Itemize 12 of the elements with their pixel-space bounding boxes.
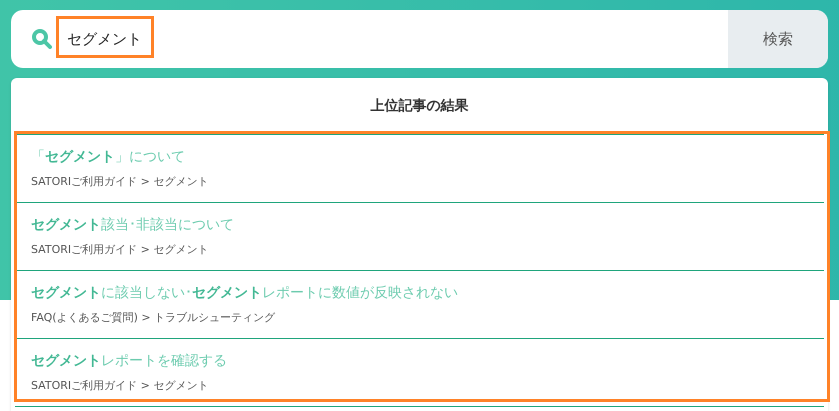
breadcrumb-path: FAQ(よくあるご質問) > トラブルシューティング — [31, 310, 276, 326]
breadcrumb-path: SATORIご利用ガイド > セグメント — [31, 242, 208, 258]
breadcrumb-path: SATORIご利用ガイド > セグメント — [31, 174, 208, 190]
search-icon — [31, 28, 53, 50]
article-link[interactable]: セグメントレポートを確認する — [31, 350, 227, 372]
search-button[interactable]: 検索 — [728, 10, 828, 68]
article-link[interactable]: セグメントに該当しない･セグメントレポートに数値が反映されない — [31, 282, 458, 304]
article-link[interactable]: セグメント該当･非該当について — [31, 214, 234, 236]
search-field[interactable]: セグメント 検索 — [11, 10, 828, 68]
article-link[interactable]: 「セグメント」について — [31, 146, 185, 168]
breadcrumb-path: SATORIご利用ガイド > セグメント — [31, 378, 208, 394]
results-heading: 上位記事の結果 — [370, 96, 468, 116]
